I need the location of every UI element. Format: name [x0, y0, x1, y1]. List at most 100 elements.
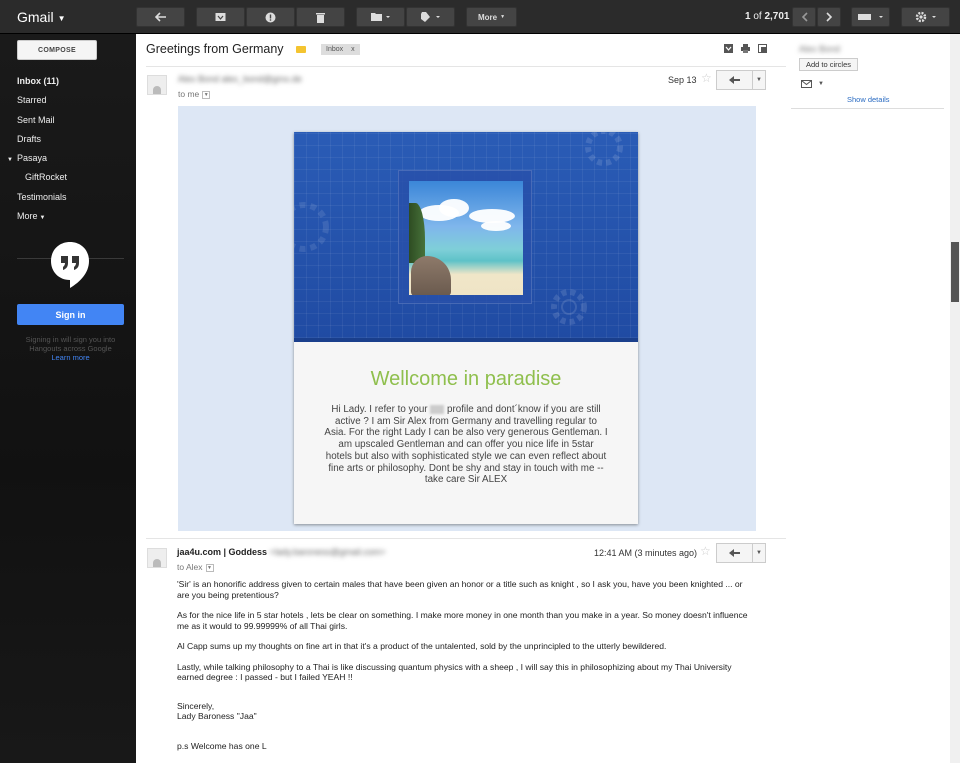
spam-icon: [265, 12, 276, 22]
card-text-part-1: Hi Lady. I refer to your: [331, 404, 428, 415]
divider: [791, 108, 944, 109]
chevron-down-icon: ▼: [500, 14, 506, 20]
avatar: [147, 548, 167, 568]
reply-arrow-icon: [717, 71, 753, 89]
sender[interactable]: Alex Bond alex_bond@gmx.de: [178, 74, 302, 84]
older-button[interactable]: [817, 7, 841, 27]
contact-email-menu[interactable]: ▼: [801, 80, 824, 88]
star-icon[interactable]: ☆: [700, 544, 711, 558]
divider: [146, 66, 786, 67]
sender[interactable]: jaa4u.com | Goddess <lady.baroness@gmail…: [177, 547, 386, 557]
back-arrow-icon: [154, 12, 166, 22]
message-date: Sep 13: [668, 75, 697, 85]
default-avatar-icon: [153, 559, 161, 567]
important-label-icon[interactable]: [296, 46, 306, 53]
signature: Lady Baroness "Jaa": [177, 711, 257, 721]
print-icon[interactable]: [741, 44, 750, 53]
reply-arrow-icon: [717, 544, 753, 562]
show-details-link[interactable]: Show details: [847, 95, 890, 104]
hangouts-icon: [50, 240, 90, 290]
recipient-line[interactable]: to me ▼: [178, 89, 211, 99]
recipient-text: to me: [178, 89, 200, 99]
sidebar-item-testimonials[interactable]: Testimonials: [0, 188, 136, 207]
paragraph: As for the nice life in 5 star hotels , …: [177, 610, 748, 631]
sidebar-item-label: More: [17, 211, 38, 222]
sidebar-item-starred[interactable]: Starred: [0, 91, 136, 110]
tag-icon: [420, 12, 440, 22]
reply-button[interactable]: ▼: [716, 70, 766, 90]
beach-photo: [409, 181, 523, 295]
hangouts-sign-in-button[interactable]: Sign in: [17, 304, 124, 325]
sidebar: COMPOSE Inbox (11) Starred Sent Mail Dra…: [0, 34, 136, 763]
sender-name: Alex Bond: [178, 74, 220, 84]
paragraph: 'Sir' is an honorific address given to c…: [177, 579, 743, 600]
keyboard-icon: [857, 14, 883, 20]
folder-icon: [370, 13, 390, 21]
signoff: Sincerely,: [177, 700, 215, 711]
mail-icon: [801, 80, 812, 88]
inbox-label-chip[interactable]: Inbox x: [321, 44, 360, 55]
delete-button[interactable]: [296, 7, 345, 27]
remove-label-button[interactable]: x: [351, 46, 355, 53]
newer-button[interactable]: [792, 7, 816, 27]
sidebar-item-inbox[interactable]: Inbox (11): [0, 72, 136, 91]
conversation-view: Greetings from Germany Inbox x Alex Bond …: [136, 34, 950, 763]
add-to-circles-button[interactable]: Add to circles: [799, 58, 859, 71]
sidebar-item-giftrocket[interactable]: GiftRocket: [0, 168, 136, 187]
redacted-word: [430, 404, 445, 414]
top-toolbar: Gmail ▼ More ▼ 1 of 2,701: [0, 0, 960, 34]
default-avatar-icon: [153, 86, 161, 94]
nav-list: Inbox (11) Starred Sent Mail Drafts ▼ Pas…: [0, 72, 136, 226]
more-button[interactable]: More ▼: [466, 7, 517, 27]
labels-button[interactable]: [406, 7, 455, 27]
divider: [146, 538, 786, 539]
input-tools-button[interactable]: [851, 7, 890, 27]
more-actions-icon[interactable]: ▼: [753, 77, 765, 83]
message-body: 'Sir' is an honorific address given to c…: [177, 579, 757, 751]
gmail-menu[interactable]: Gmail ▼: [17, 9, 65, 25]
scrollbar-thumb[interactable]: [951, 242, 959, 302]
pager-text: 1 of 2,701: [745, 11, 790, 22]
greeting-card: Wellcome in paradise Hi Lady. I refer to…: [294, 132, 638, 524]
reply-button[interactable]: ▼: [716, 543, 766, 563]
paragraph: Al Capp sums up my thoughts on fine art …: [177, 641, 667, 651]
sender-name: jaa4u.com | Goddess: [177, 547, 268, 557]
scrollbar[interactable]: [950, 34, 960, 763]
archive-icon: [215, 13, 226, 21]
card-text-part-2: profile and dont´know if you are still a…: [324, 404, 608, 486]
sender-email: alex_bond@gmx.de: [221, 74, 302, 84]
chevron-down-icon: ▼: [57, 13, 66, 23]
back-button[interactable]: [136, 7, 185, 27]
sender-email: <lady.baroness@gmail.com>: [269, 547, 386, 557]
learn-more-link[interactable]: Learn more: [17, 353, 124, 362]
details-dropdown-icon[interactable]: ▼: [202, 90, 211, 99]
report-spam-button[interactable]: [246, 7, 295, 27]
sidebar-item-sent[interactable]: Sent Mail: [0, 111, 136, 130]
thread-subject: Greetings from Germany: [146, 42, 284, 56]
expand-all-icon[interactable]: [724, 44, 733, 53]
archive-button[interactable]: [196, 7, 245, 27]
photo-frame: [398, 170, 532, 304]
sidebar-item-drafts[interactable]: Drafts: [0, 130, 136, 149]
label-chip-text: Inbox: [326, 46, 344, 53]
recipient-text: to Alex: [177, 562, 203, 572]
chevron-right-icon: [825, 12, 832, 22]
details-dropdown-icon[interactable]: ▼: [205, 563, 214, 572]
message-date: 12:41 AM (3 minutes ago): [594, 548, 698, 558]
sidebar-item-more[interactable]: More ▼: [0, 207, 136, 226]
pager-total: 2,701: [764, 11, 790, 22]
more-actions-icon[interactable]: ▼: [753, 550, 765, 556]
pager-of: of: [753, 11, 762, 22]
settings-button[interactable]: [901, 7, 950, 27]
move-to-button[interactable]: [356, 7, 405, 27]
recipient-line[interactable]: to Alex ▼: [177, 562, 214, 572]
compose-button[interactable]: COMPOSE: [17, 40, 97, 60]
card-title: Wellcome in paradise: [370, 368, 562, 390]
sign-in-info: Signing in will sign you into Hangouts a…: [17, 335, 124, 362]
gear-decoration-icon: [294, 202, 329, 252]
sidebar-item-pasaya[interactable]: ▼ Pasaya: [0, 149, 136, 168]
paragraph: Lastly, while talking philosophy to a Th…: [177, 661, 732, 683]
star-icon[interactable]: ☆: [701, 71, 712, 85]
new-window-icon[interactable]: [758, 44, 767, 53]
postscript: p.s Welcome has one L: [177, 740, 267, 751]
